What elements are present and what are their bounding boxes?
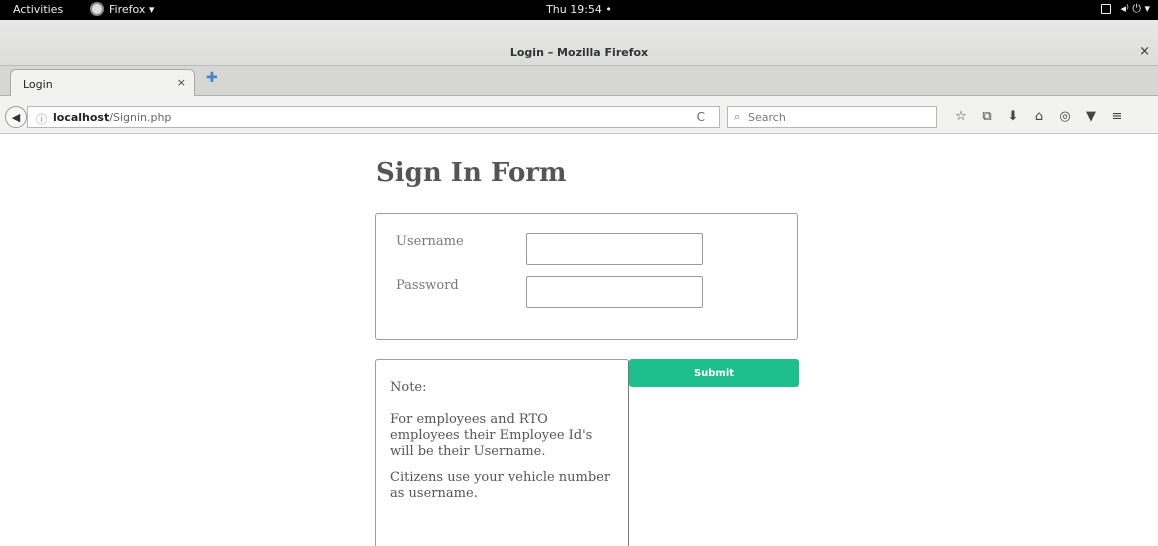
- window-title: Login – Mozilla Firefox: [509, 46, 649, 59]
- new-tab-icon[interactable]: ✚: [206, 70, 218, 86]
- toolbar-icons: ☆ ⧉ ⬇ ⌂ ◎ ▼ ≡: [948, 109, 1130, 124]
- username-input[interactable]: [526, 233, 703, 265]
- home-icon[interactable]: ⌂: [1026, 109, 1052, 124]
- menu-icon[interactable]: ≡: [1104, 109, 1130, 124]
- info-icon[interactable]: ⓘ: [36, 111, 47, 127]
- navigation-toolbar: ◀ ⓘ localhost/Signin.php C ⌕ Search ☆ ⧉ …: [0, 96, 1158, 134]
- activities-button[interactable]: Activities: [13, 3, 63, 16]
- system-status-area[interactable]: ◂⁾ ⏻ ▾: [1100, 2, 1150, 16]
- clock[interactable]: Thu 19:54 •: [546, 3, 612, 16]
- url-bar[interactable]: ⓘ localhost/Signin.php C: [27, 106, 720, 128]
- url-host: localhost: [53, 111, 110, 124]
- library-icon[interactable]: ⧉: [974, 109, 1000, 124]
- page-title: Sign In Form: [376, 158, 567, 188]
- chat-icon[interactable]: ◎: [1052, 109, 1078, 124]
- url-path: /Signin.php: [109, 111, 172, 124]
- url-text: localhost/Signin.php: [53, 111, 171, 124]
- note-panel: Note: For employees and RTO employees th…: [375, 359, 629, 546]
- login-form: Username Password: [375, 213, 798, 340]
- close-window-button[interactable]: ×: [1139, 44, 1150, 59]
- back-button[interactable]: ◀: [5, 106, 27, 128]
- note-title: Note:: [390, 380, 427, 395]
- status-icons: ◂⁾ ⏻ ▾: [1120, 2, 1150, 15]
- star-icon[interactable]: ☆: [948, 109, 974, 124]
- submit-button[interactable]: Submit: [629, 359, 799, 387]
- tab-strip: Login ×: [0, 66, 1158, 96]
- password-label: Password: [396, 278, 459, 293]
- reload-icon[interactable]: C: [697, 110, 705, 124]
- search-placeholder: Search: [748, 111, 786, 124]
- app-menu[interactable]: Firefox ▾: [90, 2, 154, 16]
- username-label: Username: [396, 234, 464, 249]
- close-tab-icon[interactable]: ×: [177, 76, 186, 89]
- system-top-bar: Activities Firefox ▾ Thu 19:54 • ◂⁾ ⏻ ▾: [0, 0, 1158, 20]
- window-titlebar: Login – Mozilla Firefox ×: [0, 20, 1158, 66]
- download-icon[interactable]: ⬇: [1000, 109, 1026, 124]
- pocket-icon[interactable]: ▼: [1078, 109, 1104, 124]
- app-menu-label: Firefox ▾: [109, 2, 155, 16]
- firefox-logo-icon: [90, 2, 104, 16]
- tab-login[interactable]: Login ×: [10, 69, 195, 96]
- password-input[interactable]: [526, 276, 703, 308]
- note-citizens: Citizens use your vehicle number as user…: [390, 470, 611, 501]
- search-icon: ⌕: [734, 110, 741, 123]
- search-input[interactable]: ⌕ Search: [727, 106, 937, 128]
- note-employees: For employees and RTO employees their Em…: [390, 412, 593, 459]
- tab-label: Login: [23, 78, 53, 91]
- clock-container: Thu 19:54 •: [0, 3, 1158, 16]
- window-icon: [1100, 4, 1111, 14]
- back-arrow-icon: ◀: [11, 110, 21, 124]
